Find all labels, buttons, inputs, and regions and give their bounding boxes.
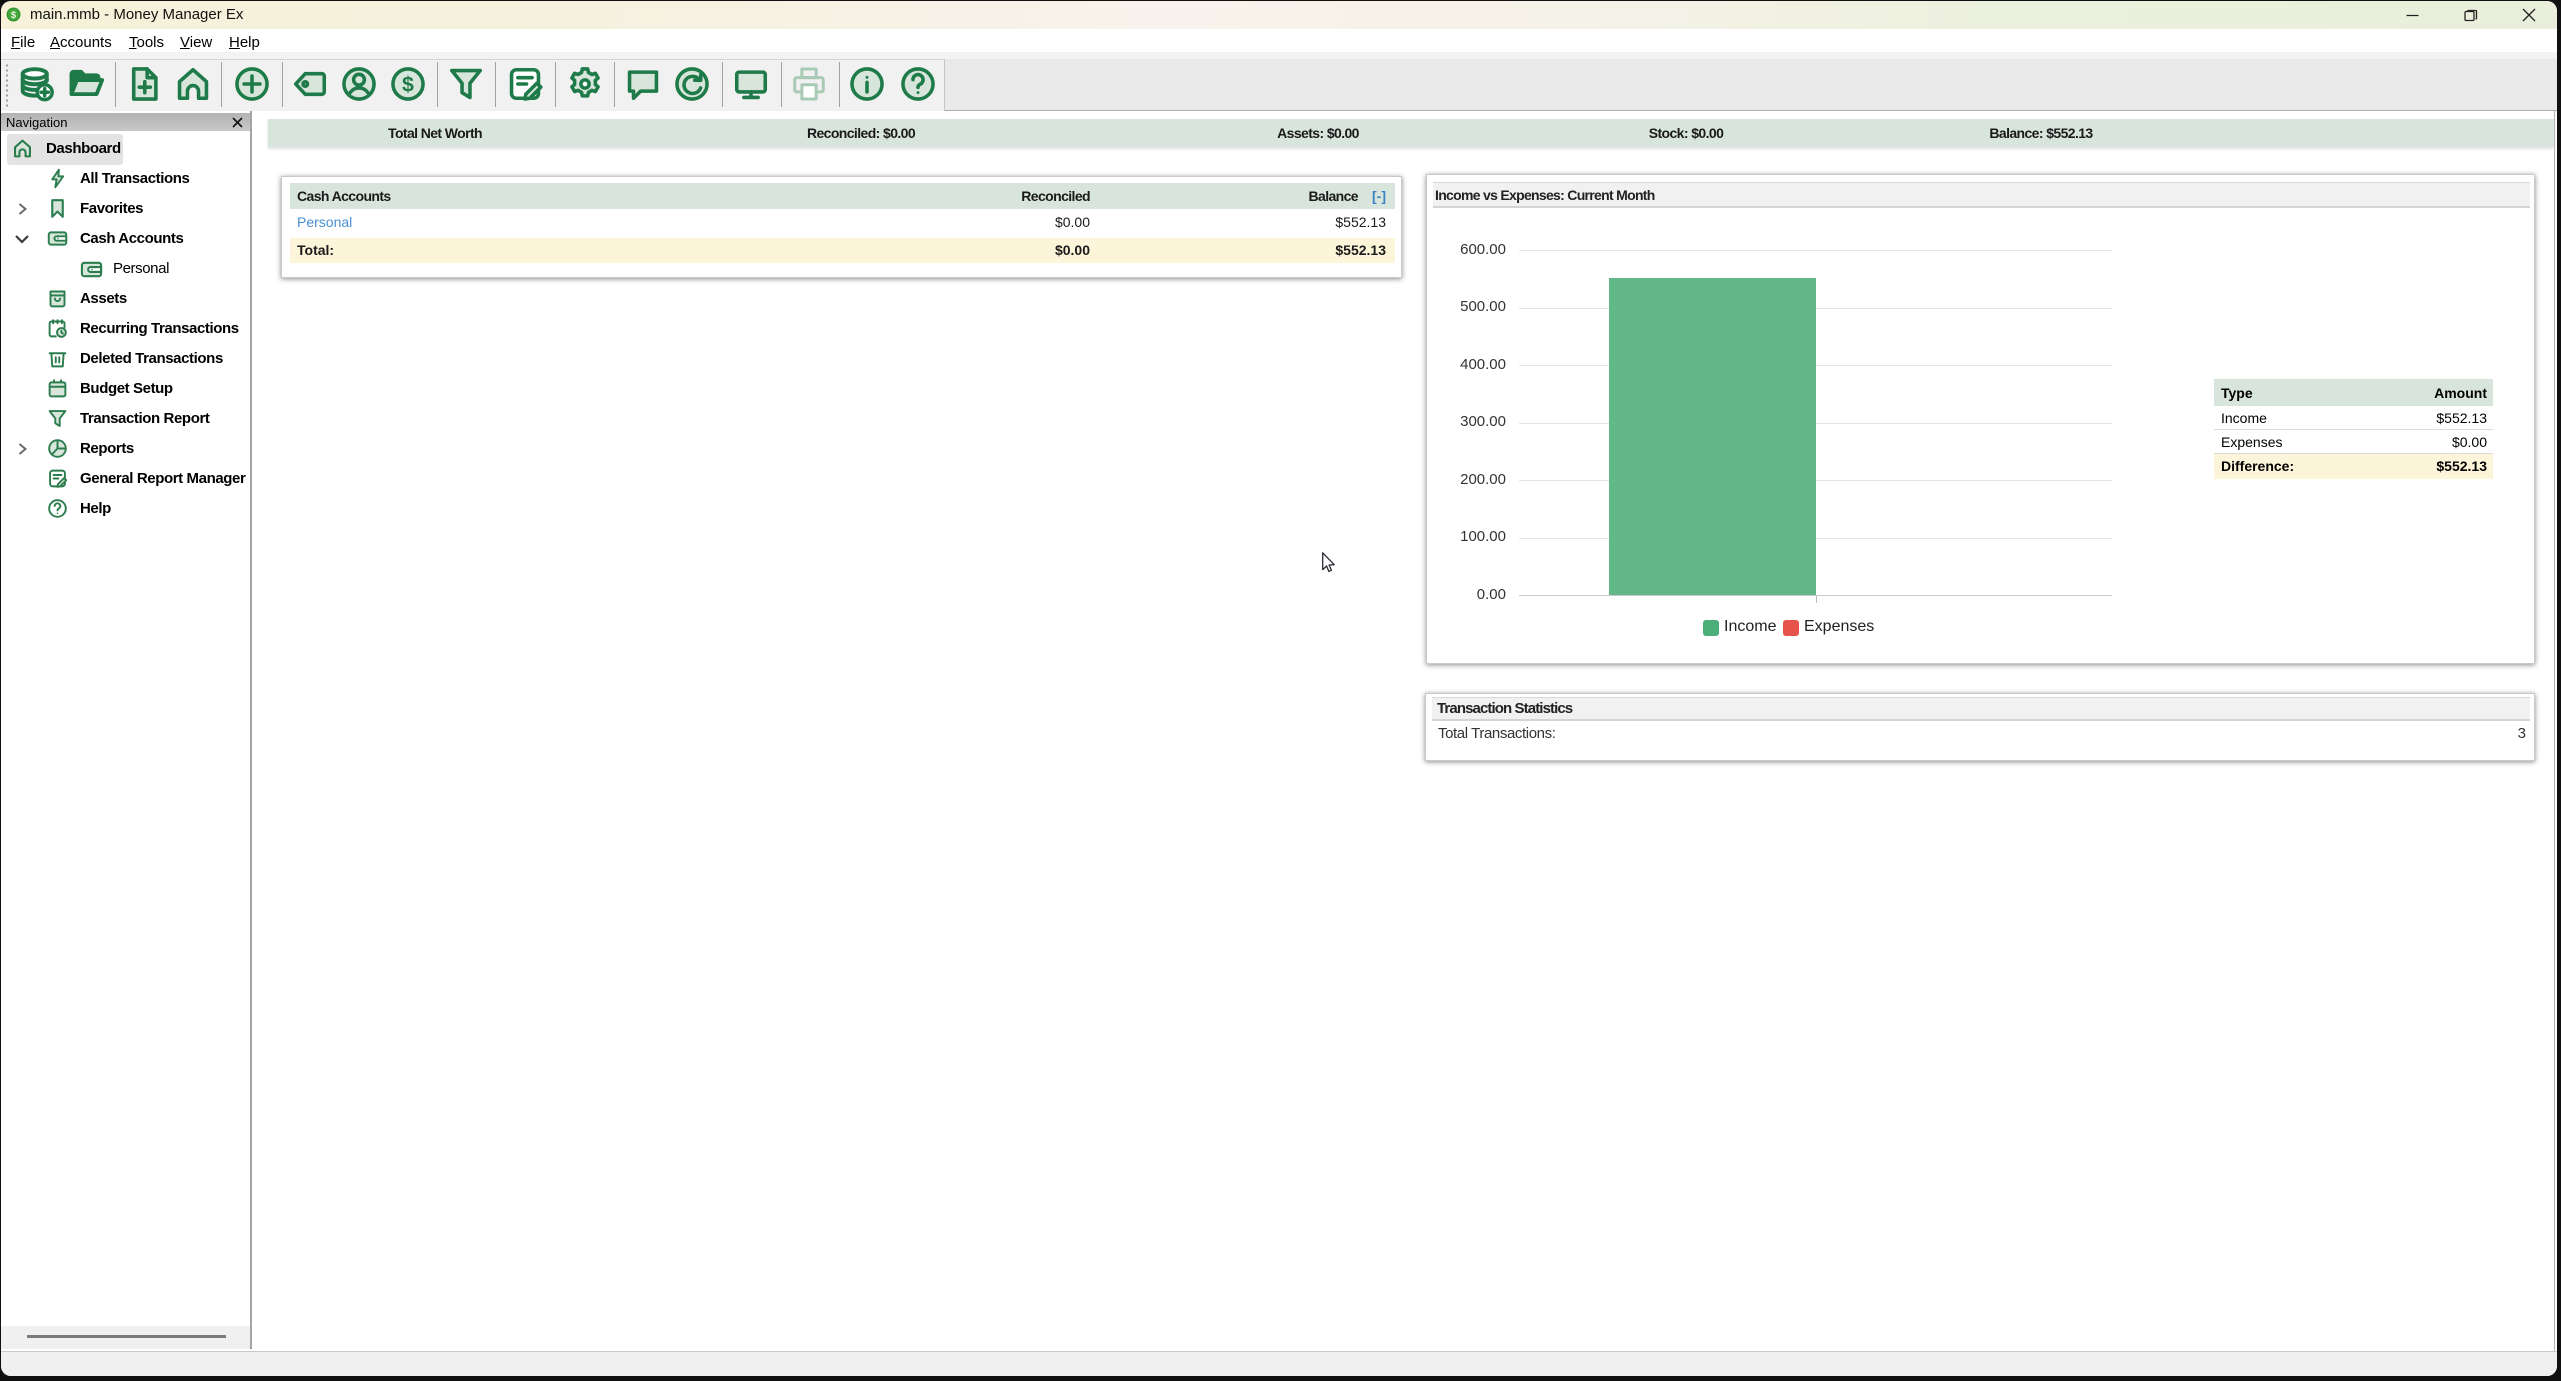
svg-text:$: $ <box>11 10 17 20</box>
svg-text:$: $ <box>402 72 414 96</box>
